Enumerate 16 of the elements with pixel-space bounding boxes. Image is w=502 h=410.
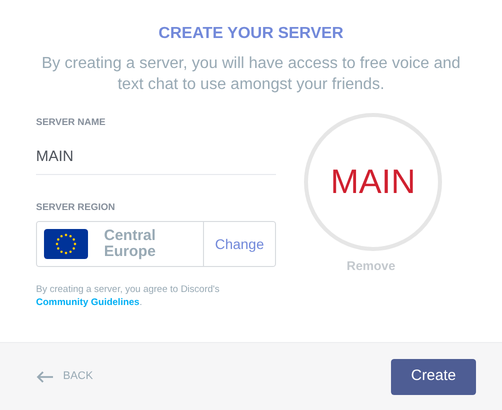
arrow-left-icon: [36, 370, 54, 382]
change-button[interactable]: Change: [202, 222, 275, 266]
field-label: SERVER REGION: [36, 202, 116, 214]
region-name: Central Europe: [104, 228, 157, 260]
icon-text: MAIN: [330, 162, 416, 202]
remove-button[interactable]: Remove: [346, 257, 396, 276]
dialog-subtitle: By creating a server, you will have access to free voice and text chat to use amongst your friends.: [40, 54, 462, 95]
create-button[interactable]: Create: [391, 358, 476, 394]
terms-text: By creating a server, you agree to Discord's Community Guidelines.: [36, 283, 220, 309]
server-name-field[interactable]: MAIN: [36, 139, 276, 175]
field-label: SERVER NAME: [36, 117, 107, 129]
guidelines-link[interactable]: Community Guidelines: [36, 297, 140, 308]
flag-icon: [44, 229, 88, 259]
server-icon-preview[interactable]: MAIN: [304, 113, 442, 251]
back-button[interactable]: BACK: [36, 368, 93, 385]
dialog-title: CREATE YOUR SERVER: [158, 24, 344, 44]
